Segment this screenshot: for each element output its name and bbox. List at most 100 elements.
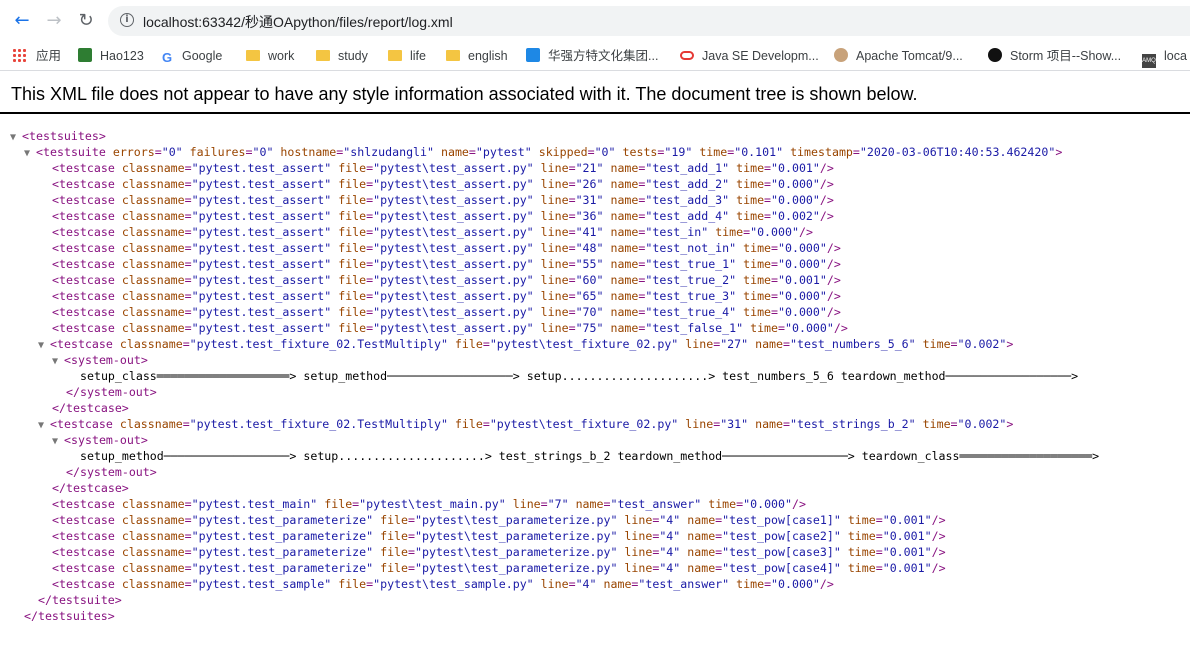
- xml-attr-name: time: [743, 305, 772, 319]
- xml-attr-value: "pytest.test_assert": [191, 193, 332, 207]
- xml-equals: =: [408, 529, 415, 543]
- bookmark-fantawild[interactable]: 华强方特文化集团...: [526, 46, 658, 66]
- xml-attr-name: time: [736, 193, 765, 207]
- xml-equals: =: [182, 337, 190, 351]
- bookmark-english[interactable]: english: [446, 46, 508, 66]
- xml-attr-name: file: [338, 273, 367, 287]
- bookmark-work[interactable]: work: [246, 46, 294, 66]
- xml-space: [115, 497, 122, 511]
- xml-attr-value: "31": [575, 193, 604, 207]
- reload-icon[interactable]: ↻: [74, 9, 98, 33]
- xml-tag-end: />: [833, 321, 848, 335]
- xml-space: [115, 161, 122, 175]
- bookmark-storm[interactable]: Storm 项目--Show...: [988, 46, 1121, 66]
- xml-space: [841, 561, 848, 575]
- xml-equals: =: [568, 225, 576, 239]
- collapse-toggle-icon[interactable]: ▼: [52, 436, 64, 447]
- bookmark-apps[interactable]: 应用: [12, 46, 61, 66]
- xml-equals: =: [950, 337, 958, 351]
- collapse-toggle-icon[interactable]: ▼: [38, 420, 50, 431]
- xml-attr-name: line: [540, 241, 569, 255]
- xml-attr-name: name: [610, 241, 639, 255]
- xml-attr-name: classname: [121, 305, 185, 319]
- xml-attr-value: "test_true_1": [645, 257, 737, 271]
- info-icon[interactable]: i: [120, 13, 134, 27]
- xml-equals: =: [568, 305, 576, 319]
- collapse-toggle-icon[interactable]: ▼: [24, 148, 36, 159]
- xml-attr-value: "7": [547, 497, 569, 511]
- xml-attr-name: time: [847, 529, 876, 543]
- url-text[interactable]: localhost:63342/秒通OApython/files/report/…: [143, 12, 453, 32]
- xml-attr-name: time: [922, 417, 951, 431]
- address-bar[interactable]: i localhost:63342/秒通OApython/files/repor…: [108, 6, 1190, 36]
- xml-equals: =: [482, 417, 490, 431]
- xml-attr-name: time: [847, 513, 876, 527]
- bookmark-tomcat[interactable]: Apache Tomcat/9...: [834, 46, 963, 66]
- collapse-toggle-icon[interactable]: ▼: [52, 356, 64, 367]
- xml-attr-value: "pytest.test_parameterize": [191, 513, 374, 527]
- xml-tag: </system-out>: [66, 385, 157, 399]
- xml-equals: =: [783, 337, 790, 351]
- collapse-toggle-icon[interactable]: ▼: [10, 132, 22, 143]
- xml-space: [532, 145, 539, 159]
- xml-tag: </testsuites>: [24, 609, 115, 623]
- xml-space: [113, 337, 120, 351]
- xml-attr-value: "pytest\test_assert.py": [373, 209, 534, 223]
- xml-equals: =: [184, 273, 192, 287]
- xml-space: [115, 577, 122, 591]
- xml-attr-value: "test_pow[case1]": [722, 513, 841, 527]
- xml-attr-value: "pytest\test_assert.py": [373, 193, 534, 207]
- xml-space: [113, 417, 120, 431]
- xml-equals: =: [184, 497, 192, 511]
- back-arrow-icon[interactable]: ←: [10, 9, 34, 33]
- xml-space: [115, 225, 122, 239]
- xml-attr-value: "0.000": [750, 225, 799, 239]
- bookmark-hao123[interactable]: Hao123: [78, 46, 144, 66]
- xml-equals: =: [184, 193, 192, 207]
- xml-testcase: <testcase classname="pytest.test_assert"…: [52, 160, 834, 176]
- bookmark-java-se[interactable]: Java SE Developm...: [680, 46, 819, 66]
- forward-arrow-icon[interactable]: →: [42, 9, 66, 33]
- xml-attr-name: name: [610, 289, 639, 303]
- xml-attr-name: classname: [121, 513, 185, 527]
- xml-equals: =: [184, 545, 192, 559]
- xml-testcase: <testcase classname="pytest.test_assert"…: [52, 224, 813, 240]
- bookmark-google[interactable]: G Google: [162, 46, 222, 66]
- xml-testcase: <testcase classname="pytest.test_assert"…: [52, 304, 841, 320]
- bookmark-label: study: [338, 49, 368, 63]
- xml-attr-value: "test_true_4": [645, 305, 737, 319]
- collapse-toggle-icon[interactable]: ▼: [38, 340, 50, 351]
- xml-tag-end: />: [931, 529, 946, 543]
- xml-equals: =: [771, 289, 779, 303]
- xml-space: [597, 577, 604, 591]
- xml-attr-value: "test_true_3": [645, 289, 737, 303]
- xml-testcase: <testcase classname="pytest.test_assert"…: [52, 320, 848, 336]
- xml-attr-name: line: [685, 417, 714, 431]
- bookmark-life[interactable]: life: [388, 46, 426, 66]
- xml-space: [569, 497, 576, 511]
- xml-attr-value: "41": [575, 225, 604, 239]
- xml-attr-name: line: [540, 305, 569, 319]
- xml-attr-name: time: [847, 561, 876, 575]
- xml-attr-name: line: [540, 321, 569, 335]
- xml-system-out-text: setup_method──────────────────> setup...…: [80, 448, 1099, 464]
- xml-attr-name: name: [610, 177, 639, 191]
- xml-attr-value: "pytest\test_parameterize.py": [415, 529, 618, 543]
- bookmark-local[interactable]: AMQ loca: [1142, 46, 1187, 68]
- xml-equals: =: [184, 257, 192, 271]
- xml-attr-value: "60": [575, 273, 604, 287]
- xml-attr-value: "pytest.test_assert": [191, 305, 332, 319]
- xml-attr-name: time: [736, 209, 765, 223]
- bookmark-label: 华强方特文化集团...: [548, 49, 659, 63]
- bookmark-study[interactable]: study: [316, 46, 368, 66]
- xml-testcase: <testcase classname="pytest.test_assert"…: [52, 192, 834, 208]
- xml-attr-name: name: [610, 257, 639, 271]
- folder-icon: [246, 50, 260, 61]
- xml-attr-name: classname: [119, 417, 183, 431]
- xml-space: [916, 337, 923, 351]
- xml-attr-name: hostname: [280, 145, 337, 159]
- xml-attr-value: "4": [659, 513, 681, 527]
- xml-testcase: <testcase classname="pytest.test_paramet…: [52, 528, 946, 544]
- xml-attr-value: "pytest\test_parameterize.py": [415, 513, 618, 527]
- xml-attr-name: time: [922, 337, 951, 351]
